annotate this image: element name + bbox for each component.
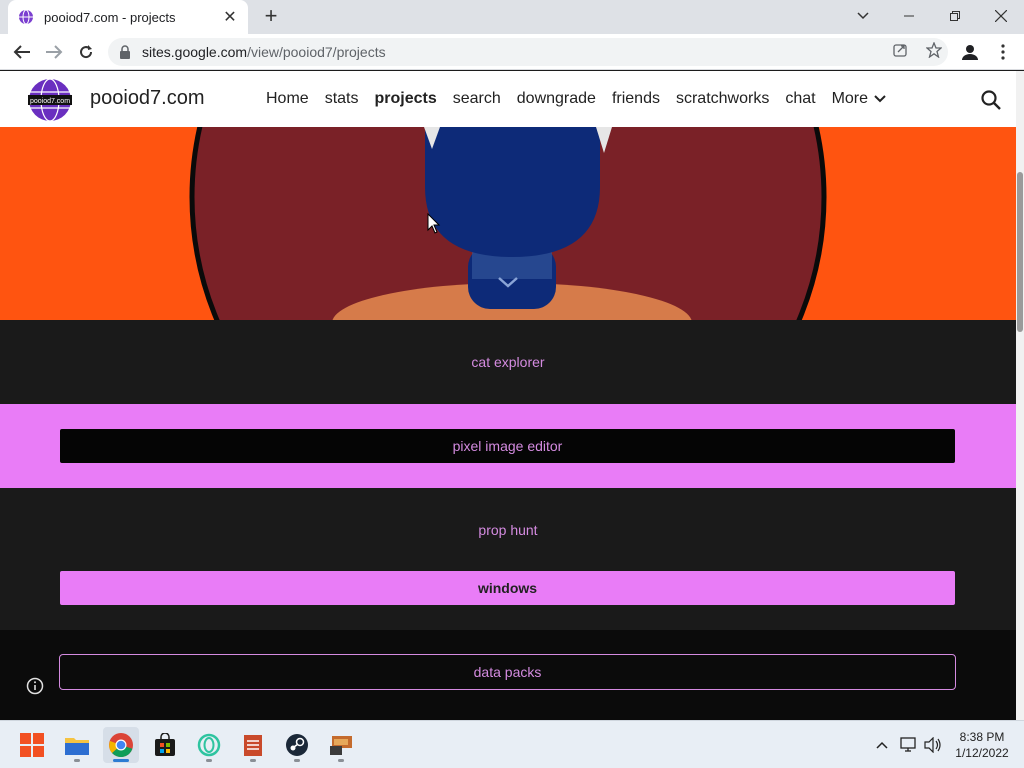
- address-bar[interactable]: sites.google.com/view/pooiod7/projects: [108, 38, 948, 66]
- close-window-button[interactable]: [978, 0, 1024, 32]
- file-explorer-icon: [65, 738, 89, 755]
- nav-projects[interactable]: projects: [374, 90, 436, 108]
- site-header: pooiod7.com pooiod7.com Home stats proje…: [0, 71, 1016, 127]
- forward-button[interactable]: [42, 40, 66, 64]
- steam-icon: [286, 734, 308, 756]
- store-icon: [155, 733, 175, 756]
- taskbar-store[interactable]: [147, 727, 183, 763]
- nav-home[interactable]: Home: [266, 90, 309, 108]
- start-button[interactable]: [14, 727, 50, 763]
- network-icon: [900, 737, 916, 752]
- mouse-cursor-icon: [427, 213, 441, 234]
- nav-search[interactable]: search: [453, 90, 501, 108]
- tab-title: pooiod7.com - projects: [44, 9, 176, 25]
- chevron-up-icon: [876, 741, 888, 749]
- windows-taskbar: 8:38 PM 1/12/2022: [0, 720, 1024, 768]
- info-icon[interactable]: [26, 677, 44, 695]
- link-prop-hunt[interactable]: prop hunt: [0, 522, 1016, 538]
- bookmark-star-icon[interactable]: [926, 42, 942, 58]
- browser-toolbar: sites.google.com/view/pooiod7/projects: [0, 34, 1024, 70]
- nav-chat[interactable]: chat: [785, 90, 815, 108]
- nav-stats[interactable]: stats: [325, 90, 359, 108]
- site-favicon-icon: [19, 9, 33, 25]
- app-icon: [197, 733, 221, 757]
- browser-menu-icon[interactable]: [993, 42, 1013, 62]
- logo-text: pooiod7.com: [30, 98, 70, 105]
- nav-scratchworks[interactable]: scratchworks: [676, 90, 769, 108]
- browser-tab-strip: pooiod7.com - projects ✕ +: [0, 0, 1024, 34]
- site-nav: Home stats projects search downgrade fri…: [258, 71, 894, 127]
- section-prop-hunt-windows: prop hunt windows: [0, 488, 1016, 630]
- show-hidden-icons-button[interactable]: [872, 735, 892, 755]
- nav-friends[interactable]: friends: [612, 90, 660, 108]
- running-indicator: [250, 759, 256, 762]
- restore-button[interactable]: [932, 0, 978, 32]
- clock-date: 1/12/2022: [955, 746, 1009, 760]
- clock-time: 8:38 PM: [959, 730, 1005, 744]
- profile-icon[interactable]: [960, 42, 980, 62]
- pixel-image-editor-label: pixel image editor: [452, 438, 563, 454]
- chrome-icon: [109, 733, 133, 758]
- game-icon: [330, 736, 352, 755]
- page-scrollbar-track[interactable]: [1016, 71, 1024, 720]
- running-indicator: [294, 759, 300, 762]
- running-indicator: [74, 759, 80, 762]
- data-packs-label: data packs: [473, 664, 542, 680]
- share-icon[interactable]: [892, 42, 908, 58]
- system-clock[interactable]: 8:38 PM 1/12/2022: [946, 729, 1018, 761]
- taskbar-chrome[interactable]: [103, 727, 139, 763]
- lock-icon: [120, 45, 130, 59]
- volume-icon: [924, 737, 941, 753]
- windows-button[interactable]: windows: [60, 571, 955, 605]
- nav-more[interactable]: More: [832, 90, 886, 108]
- data-packs-button[interactable]: data packs: [59, 654, 956, 690]
- network-status-button[interactable]: [899, 735, 919, 755]
- page-scrollbar-thumb[interactable]: [1017, 172, 1023, 332]
- windows-start-icon: [20, 733, 44, 757]
- section-data-packs: data packs: [0, 630, 1016, 720]
- section-cat-explorer: cat explorer: [0, 320, 1016, 404]
- taskbar-app[interactable]: [191, 727, 227, 763]
- taskbar-steam[interactable]: [279, 727, 315, 763]
- active-indicator: [113, 759, 129, 762]
- site-logo[interactable]: pooiod7.com: [28, 78, 72, 122]
- reload-button[interactable]: [74, 40, 98, 64]
- running-indicator: [338, 759, 344, 762]
- site-name[interactable]: pooiod7.com: [90, 87, 205, 110]
- volume-button[interactable]: [923, 735, 943, 755]
- scroll-down-chevron-icon[interactable]: [496, 272, 520, 292]
- taskbar-file-explorer[interactable]: [59, 727, 95, 763]
- site-search-icon[interactable]: [980, 89, 1002, 111]
- minimize-button[interactable]: [886, 0, 932, 32]
- link-cat-explorer[interactable]: cat explorer: [0, 354, 1016, 370]
- running-indicator: [206, 759, 212, 762]
- nav-downgrade[interactable]: downgrade: [517, 90, 596, 108]
- url-host: sites.google.com: [142, 44, 248, 60]
- taskbar-notes[interactable]: [235, 727, 271, 763]
- windows-label: windows: [477, 580, 538, 596]
- new-tab-button[interactable]: +: [259, 4, 283, 28]
- close-tab-icon[interactable]: ✕: [222, 7, 238, 27]
- browser-tab[interactable]: pooiod7.com - projects ✕: [8, 0, 248, 34]
- nav-more-label: More: [831, 90, 869, 107]
- section-pixel-image-editor: pixel image editor: [0, 404, 1016, 488]
- chevron-down-icon: [874, 95, 886, 103]
- notes-icon: [244, 735, 262, 756]
- url-path: /view/pooiod7/projects: [247, 44, 386, 60]
- back-button[interactable]: [10, 40, 34, 64]
- tab-search-icon[interactable]: [840, 0, 886, 32]
- taskbar-game[interactable]: [323, 727, 359, 763]
- pixel-image-editor-button[interactable]: pixel image editor: [60, 429, 955, 463]
